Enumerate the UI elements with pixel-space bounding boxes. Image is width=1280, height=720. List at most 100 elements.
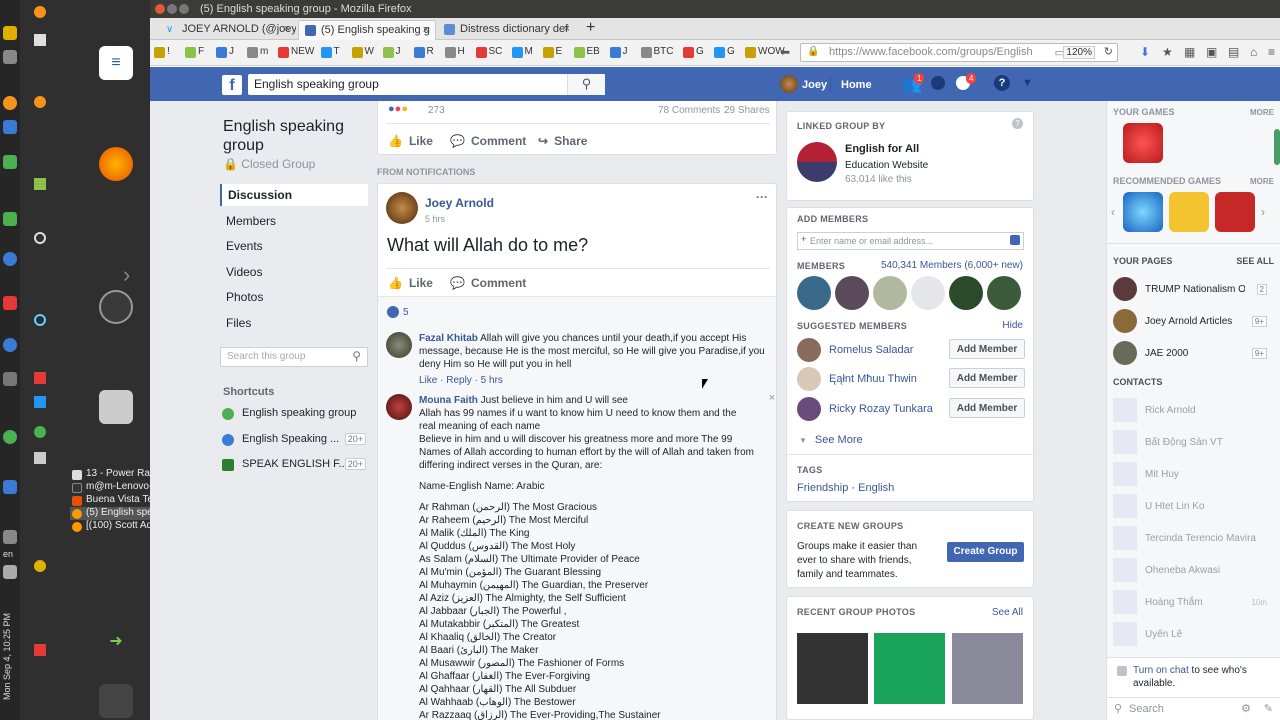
bookmark-icon[interactable] [714, 47, 725, 58]
bookmark-icon[interactable] [154, 47, 165, 58]
wifi-icon[interactable] [3, 530, 17, 544]
contacts-icon[interactable] [1010, 235, 1020, 245]
maximize-icon[interactable] [179, 4, 189, 14]
files-icon[interactable] [99, 390, 133, 424]
see-more-link[interactable]: ▼ See More [799, 434, 863, 446]
bookmark-icon[interactable] [609, 47, 621, 58]
help-icon[interactable]: ? [994, 75, 1010, 91]
shortcut-item[interactable]: English Speaking ... 20+ [220, 431, 368, 449]
likes-count[interactable]: 5 [403, 307, 409, 318]
suggested-member-name[interactable]: Ęąłnt Mħuu Thwin [829, 373, 917, 385]
bookmark-icon[interactable] [573, 47, 585, 58]
contact-item[interactable]: Bất Động Sản VT [1113, 430, 1273, 456]
bookmark-icon[interactable] [413, 47, 425, 58]
url-bar[interactable]: 🔒 https://www.facebook.com/groups/Englis… [800, 43, 1118, 62]
bookmark-label[interactable]: m [260, 46, 268, 57]
close-icon[interactable] [155, 4, 165, 14]
post-options-icon[interactable]: ··· [756, 190, 768, 204]
profile-link[interactable]: Joey [802, 79, 827, 91]
bookmark-icon[interactable] [278, 47, 289, 58]
pocket-icon[interactable]: ▤ [1228, 45, 1239, 59]
create-group-button[interactable]: Create Group [947, 542, 1024, 562]
bitcoin-icon[interactable] [3, 96, 17, 110]
chevron-down-icon[interactable]: ▼ [1022, 77, 1033, 89]
home-link[interactable]: Home [841, 79, 872, 91]
nav-files[interactable]: Files [220, 312, 368, 334]
contact-item[interactable]: U Htet Lin Ko [1113, 494, 1273, 520]
bookmark-label[interactable]: R [427, 46, 434, 57]
nav-videos[interactable]: Videos [220, 261, 368, 283]
contact-item[interactable]: Hoàng Thắm 10m [1113, 590, 1273, 616]
post-time[interactable]: 5 hrs [425, 214, 445, 224]
nav-members[interactable]: Members [220, 210, 368, 232]
contact-item[interactable]: Tercinda Terencio Mavira [1113, 526, 1273, 552]
app-icon[interactable] [3, 26, 17, 40]
shortcut-item[interactable]: SPEAK ENGLISH F... 20+ [220, 456, 368, 474]
contact-item[interactable]: Mit Huy [1113, 462, 1273, 488]
bookmark-label[interactable]: H [458, 46, 465, 57]
close-tab-icon[interactable]: × [284, 23, 290, 35]
back-icon[interactable]: ⬅ [780, 45, 790, 59]
linked-page-avatar[interactable] [797, 142, 837, 182]
new-tab-button[interactable]: + [586, 19, 595, 37]
bookmark-icon[interactable] [382, 47, 394, 58]
messenger-icon[interactable] [931, 76, 945, 90]
see-all-pages-link[interactable]: SEE ALL [1236, 256, 1274, 266]
avatar[interactable] [797, 276, 831, 310]
bookmark-icon[interactable] [247, 47, 258, 58]
avatar[interactable] [835, 276, 869, 310]
firefox-icon[interactable] [99, 147, 133, 181]
chevron-left-icon[interactable]: ‹ [1111, 205, 1115, 219]
bookmark-label[interactable]: J [623, 46, 628, 57]
hide-link[interactable]: Hide [1002, 320, 1023, 331]
bookmark-label[interactable]: ! [167, 46, 170, 57]
comments-count[interactable]: 78 Comments [658, 105, 720, 116]
game-thumbnail[interactable] [1169, 192, 1209, 232]
game-thumbnail[interactable] [1215, 192, 1255, 232]
app-icon[interactable] [3, 155, 17, 169]
add-member-button[interactable]: Add Member [949, 398, 1025, 418]
see-all-photos-link[interactable]: See All [992, 607, 1023, 618]
like-reaction-icon[interactable] [387, 306, 399, 318]
zoom-level[interactable]: 120% [1063, 46, 1095, 59]
contact-item[interactable]: Rick Arnold [1113, 398, 1273, 424]
candy-crush-game[interactable] [1123, 123, 1163, 163]
user-icon[interactable]: ➜ [99, 624, 133, 658]
like-button[interactable]: 👍 Like [388, 276, 433, 290]
chevron-right-icon[interactable]: › [123, 262, 130, 288]
game-thumbnail[interactable] [1123, 192, 1163, 232]
app-icon[interactable] [3, 296, 17, 310]
app-icon[interactable] [3, 338, 17, 352]
tab-dictionary[interactable]: Distress dictionary def × [438, 20, 576, 40]
bluetooth-icon[interactable] [3, 480, 17, 494]
minimize-icon[interactable] [167, 4, 177, 14]
bookmark-label[interactable]: SC [489, 46, 503, 57]
bookmark-icon[interactable] [542, 47, 554, 58]
bookmark-label[interactable]: E [556, 46, 563, 57]
shortcut-item[interactable]: English speaking group [220, 405, 368, 423]
page-item[interactable]: Joey Arnold Articles 9+ [1113, 309, 1273, 335]
add-member-input[interactable]: + Enter name or email address... [797, 232, 1024, 250]
bookmark-label[interactable]: T [334, 46, 340, 57]
menu-icon[interactable]: ≡ [1268, 45, 1275, 59]
tag-link[interactable]: Friendship [797, 482, 848, 494]
add-member-button[interactable]: Add Member [949, 339, 1025, 359]
bookmark-label[interactable]: BTC [654, 46, 674, 57]
bookmark-star-icon[interactable]: ★ [1162, 45, 1173, 59]
chevron-right-icon[interactable]: › [1261, 205, 1265, 219]
comment-button[interactable]: 💬 Comment [450, 134, 526, 148]
app-icon[interactable] [3, 252, 17, 266]
bookmark-label[interactable]: W [365, 46, 374, 57]
bookmark-label[interactable]: G [696, 46, 704, 57]
nav-photos[interactable]: Photos [220, 286, 368, 308]
library-icon[interactable]: ▦ [1184, 45, 1195, 59]
bookmark-label[interactable]: EB [587, 46, 600, 57]
comment-button[interactable]: 💬 Comment [450, 276, 526, 290]
new-message-icon[interactable]: ✎ [1264, 702, 1273, 715]
facebook-logo-icon[interactable]: f [222, 75, 242, 95]
page-item[interactable]: JAE 2000 9+ [1113, 341, 1273, 367]
comment-author[interactable]: Fazal Khitab [419, 333, 478, 344]
bookmark-icon[interactable] [640, 47, 652, 58]
bookmark-icon[interactable] [683, 47, 694, 58]
members-count-link[interactable]: 540,341 Members (6,000+ new) [881, 260, 1023, 271]
